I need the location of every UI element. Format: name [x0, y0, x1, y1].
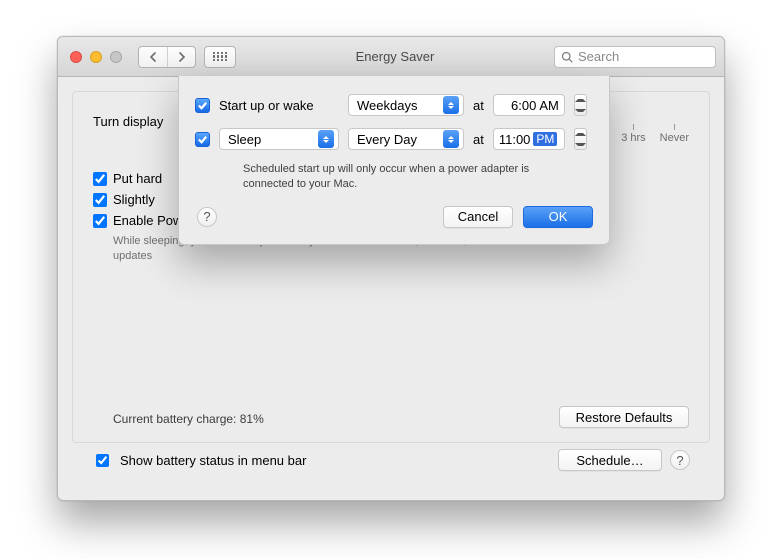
- at-label: at: [473, 98, 484, 113]
- schedule-sheet: Start up or wake Weekdays at 6:00 AM Sle…: [178, 76, 610, 245]
- startup-wake-checkbox[interactable]: [195, 98, 210, 113]
- zoom-window-button[interactable]: [110, 51, 122, 63]
- stepper-up-icon: [575, 133, 586, 136]
- startup-time-field[interactable]: 6:00 AM: [493, 94, 565, 116]
- put-hard-checkbox[interactable]: [93, 172, 107, 186]
- startup-wake-row: Start up or wake Weekdays at 6:00 AM: [195, 94, 593, 116]
- select-value: Weekdays: [357, 98, 437, 113]
- select-arrows-icon: [318, 130, 334, 148]
- sleep-frequency-select[interactable]: Every Day: [348, 128, 464, 150]
- at-label: at: [473, 132, 484, 147]
- sleep-time-stepper[interactable]: [574, 128, 587, 150]
- chevron-left-icon: [149, 52, 157, 62]
- ok-button[interactable]: OK: [523, 206, 593, 228]
- slightly-label: Slightly: [113, 192, 155, 207]
- check-icon: [197, 100, 208, 111]
- stepper-up-icon: [575, 99, 586, 102]
- stepper-down-icon: [575, 109, 586, 112]
- show-battery-checkbox[interactable]: [96, 454, 109, 467]
- chevron-right-icon: [178, 52, 186, 62]
- time-period-selected: PM: [533, 132, 557, 146]
- sheet-footer: ? Cancel OK: [195, 206, 593, 228]
- nav-back-forward: [138, 46, 196, 68]
- sheet-help-button[interactable]: ?: [197, 207, 217, 227]
- close-window-button[interactable]: [70, 51, 82, 63]
- sleep-time-field[interactable]: 11:00 PM: [493, 128, 565, 150]
- schedule-button[interactable]: Schedule…: [558, 449, 662, 471]
- search-icon: [561, 51, 573, 63]
- startup-time-stepper[interactable]: [574, 94, 587, 116]
- select-arrows-icon: [443, 130, 459, 148]
- sleep-checkbox[interactable]: [195, 132, 210, 147]
- battery-charge-status: Current battery charge: 81%: [113, 412, 264, 426]
- footer-row: Show battery status in menu bar Schedule…: [72, 443, 710, 471]
- window-title: Energy Saver: [244, 49, 546, 64]
- slightly-checkbox[interactable]: [93, 193, 107, 207]
- nav-back-button[interactable]: [139, 47, 167, 67]
- show-all-button[interactable]: [204, 46, 236, 68]
- show-battery-label: Show battery status in menu bar: [120, 453, 306, 468]
- check-icon: [197, 134, 208, 145]
- power-nap-checkbox[interactable]: [93, 214, 107, 228]
- time-value: 6:00: [499, 98, 537, 113]
- window-toolbar: Energy Saver Search: [58, 37, 724, 77]
- search-placeholder: Search: [578, 49, 619, 64]
- grid-icon: [213, 52, 227, 62]
- slider-tick: 3 hrs: [621, 124, 645, 144]
- help-button[interactable]: ?: [670, 450, 690, 470]
- select-value: Sleep: [228, 132, 312, 147]
- time-period: AM: [539, 98, 559, 113]
- minimize-window-button[interactable]: [90, 51, 102, 63]
- sleep-action-select[interactable]: Sleep: [219, 128, 339, 150]
- startup-wake-label: Start up or wake: [219, 98, 339, 113]
- cancel-button[interactable]: Cancel: [443, 206, 513, 228]
- select-value: Every Day: [357, 132, 437, 147]
- help-icon: ?: [676, 453, 683, 468]
- schedule-note: Scheduled start up will only occur when …: [243, 162, 543, 192]
- search-field[interactable]: Search: [554, 46, 716, 68]
- time-value: 11:00: [499, 132, 531, 147]
- select-arrows-icon: [443, 96, 459, 114]
- help-icon: ?: [203, 209, 210, 224]
- slider-tick-labels: 3 hrs Never: [621, 124, 689, 144]
- stepper-down-icon: [575, 143, 586, 146]
- nav-forward-button[interactable]: [167, 47, 195, 67]
- slider-tick: Never: [660, 124, 689, 144]
- sleep-row: Sleep Every Day at 11:00 PM: [195, 128, 593, 150]
- startup-frequency-select[interactable]: Weekdays: [348, 94, 464, 116]
- traffic-lights: [66, 51, 130, 63]
- put-hard-label: Put hard: [113, 171, 162, 186]
- restore-defaults-button[interactable]: Restore Defaults: [559, 406, 689, 428]
